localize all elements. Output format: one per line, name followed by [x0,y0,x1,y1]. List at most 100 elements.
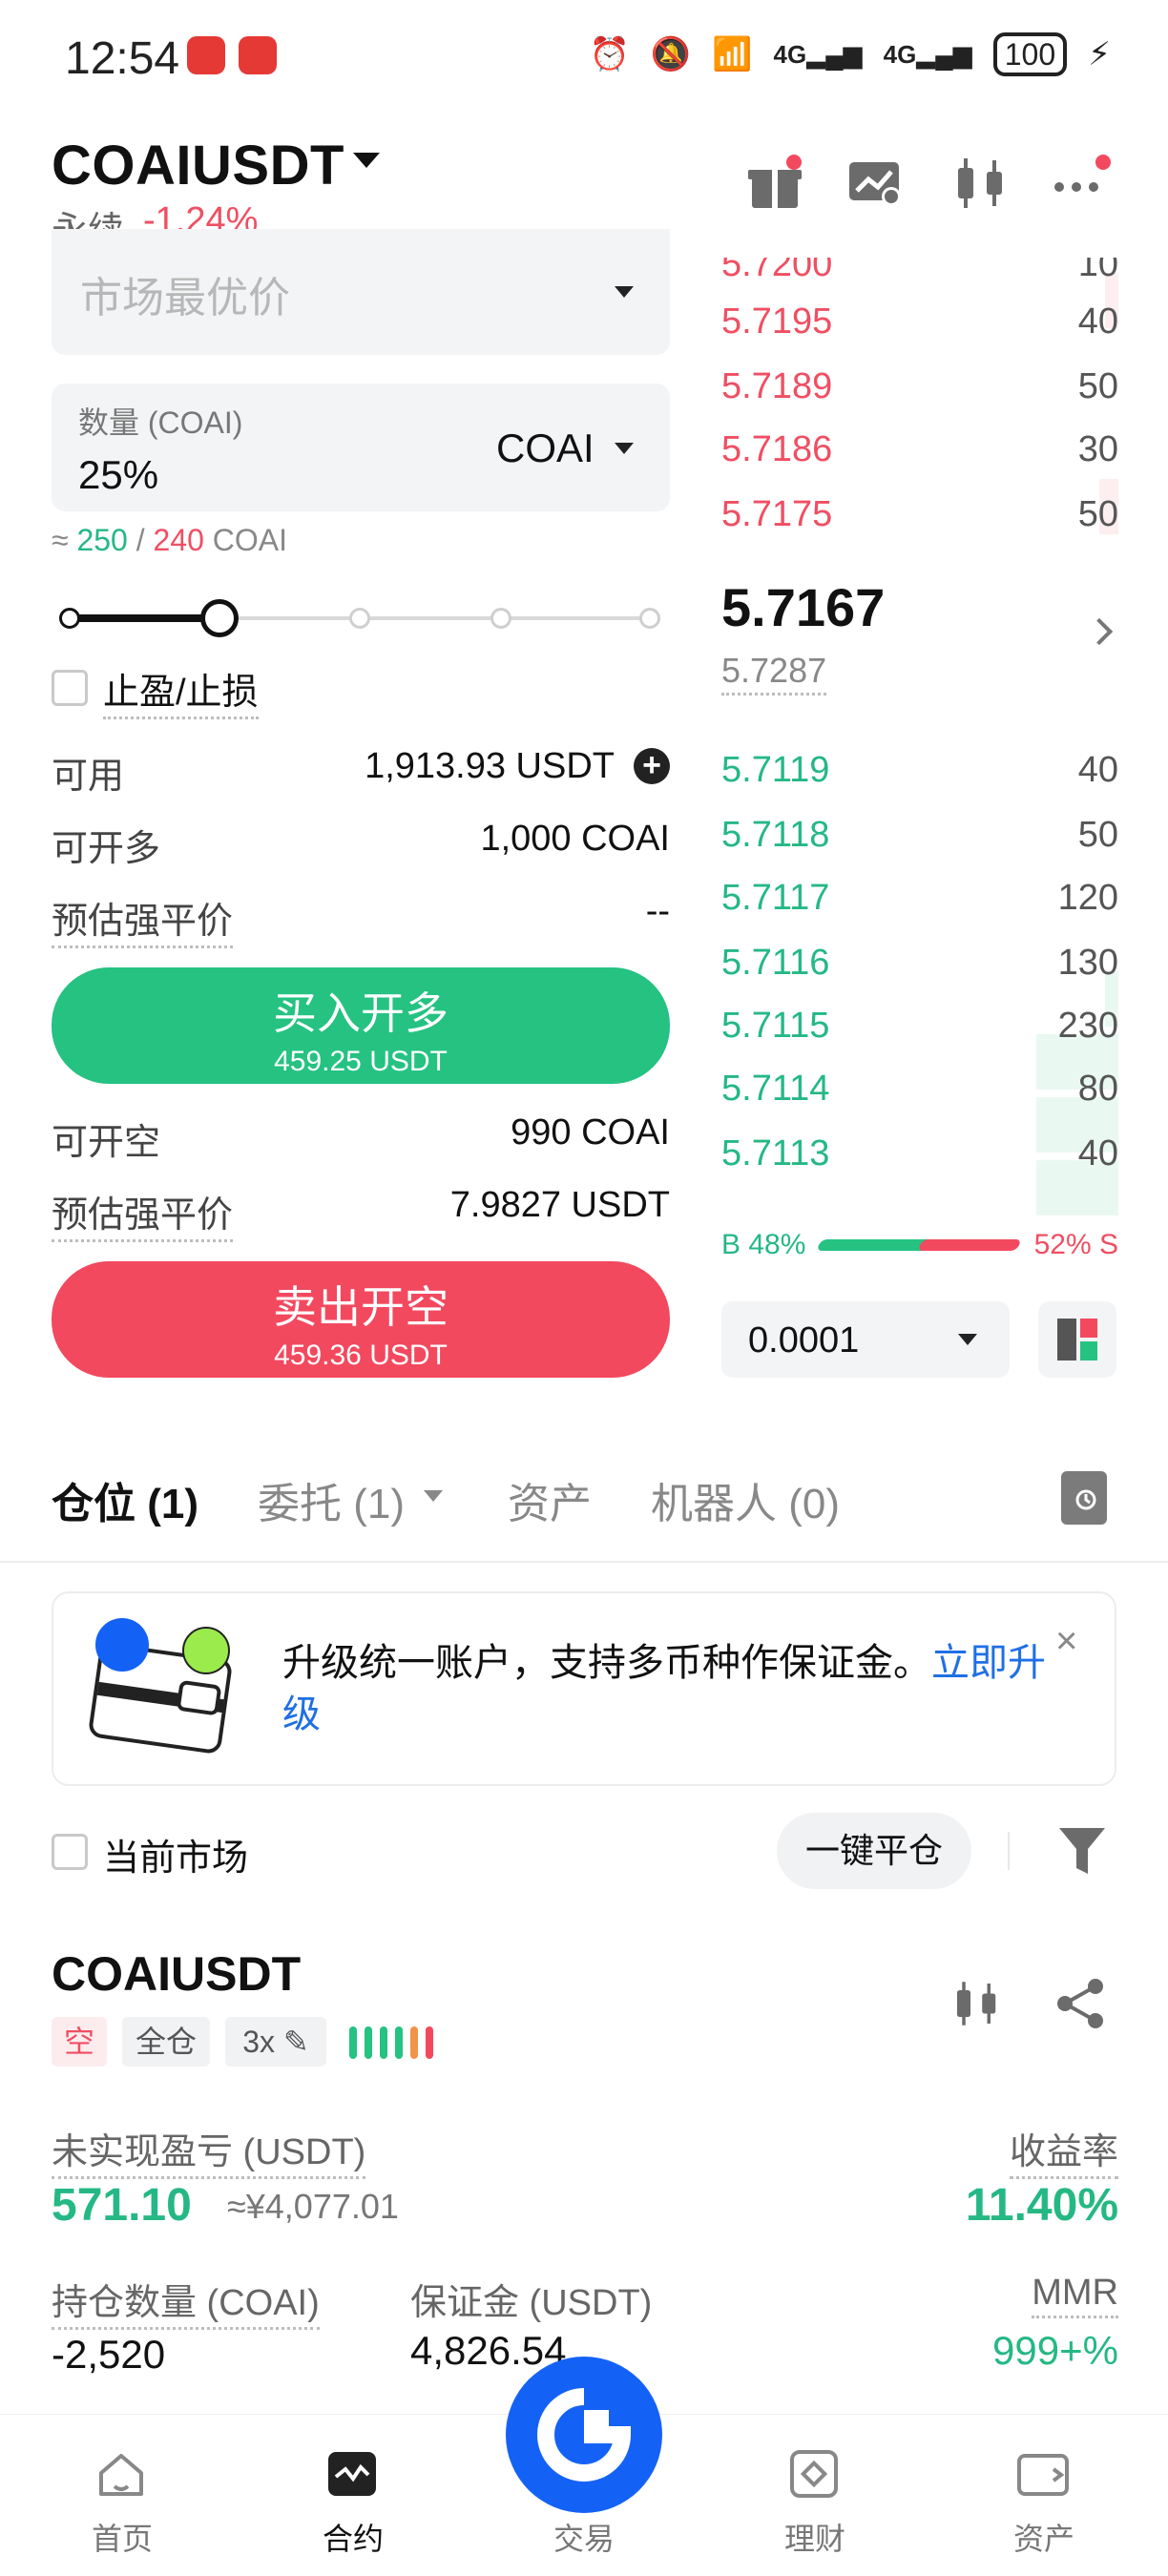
nav-trade[interactable]: 交易 [508,2515,660,2559]
chevron-right-icon[interactable] [1085,617,1114,646]
tab-bots[interactable]: 机器人 (0) [651,1469,840,1530]
nav-futures[interactable]: 合约 [277,2515,429,2559]
buy-long-label: 买入开多 [273,988,448,1038]
tp-sl-label[interactable]: 止盈/止损 [103,662,259,719]
mmr-label[interactable]: MMR [1032,2273,1118,2318]
liq-price-label[interactable]: 预估强平价 [52,1185,234,1242]
buy-ratio: B 48% [721,1229,806,1260]
bid-price[interactable]: 5.7119 [721,750,829,791]
pnl-cny: ≈¥4,077.01 [227,2187,399,2226]
risk-level-bar [410,2026,418,2059]
tab-assets[interactable]: 资产 [508,1469,592,1530]
divider [0,1561,1168,1563]
wallet-icon[interactable] [1017,2448,1069,2500]
trade-logo-icon [537,2388,632,2482]
orderbook-layout-button[interactable] [1038,1301,1116,1378]
futures-icon[interactable] [326,2448,378,2500]
tab-orders[interactable]: 委托 (1) [258,1469,405,1530]
can-long-value: 1,000 COAI [480,819,670,859]
symbol-selector[interactable]: COAIUSDT [52,134,344,197]
buy-long-amount: 459.25 USDT [274,1046,448,1077]
mark-price[interactable]: 5.7287 [721,651,827,696]
slider-handle[interactable] [200,599,239,637]
ask-qty: 30 [1077,429,1118,469]
risk-level-bar [395,2026,403,2059]
close-all-button[interactable]: 一键平仓 [777,1813,971,1889]
trade-fab-button[interactable] [506,2357,662,2513]
bid-price[interactable]: 5.7113 [721,1133,829,1174]
tab-positions[interactable]: 仓位 (1) [52,1469,198,1530]
margin-label: 保证金 (USDT) [410,2283,653,2323]
leverage-tag[interactable]: 3x ✎ [225,2017,326,2067]
bid-price[interactable]: 5.7116 [721,943,829,984]
quantity-value[interactable]: 25% [78,452,158,498]
wallet-icon [89,1618,232,1754]
more-icon[interactable] [1050,153,1111,214]
ask-qty: 40 [1077,301,1118,342]
slider-step[interactable] [490,608,511,629]
sell-short-button[interactable]: 卖出开空 459.36 USDT [52,1261,670,1378]
close-icon[interactable]: × [1055,1620,1077,1663]
bid-price[interactable]: 5.7118 [721,815,829,856]
nav-assets[interactable]: 资产 [968,2515,1120,2559]
slider-step[interactable] [349,608,370,629]
chevron-down-icon[interactable] [424,1490,443,1502]
bid-price[interactable]: 5.7115 [721,1006,829,1047]
buy-long-button[interactable]: 买入开多 459.25 USDT [52,967,670,1084]
banner-message: 升级统一账户，支持多币种作保证金。 [282,1642,931,1684]
share-icon[interactable] [1053,1977,1107,2030]
ask-price[interactable]: 5.7195 [721,301,832,343]
battery-icon: 100 [992,32,1068,76]
leverage-value: 3x [242,2025,276,2059]
liq-price-label[interactable]: 预估强平价 [52,891,234,948]
current-market-label[interactable]: 当前市场 [103,1828,248,1880]
slider-step[interactable] [639,608,660,629]
ask-price[interactable]: 5.7175 [721,494,832,535]
history-document-icon[interactable] [1061,1471,1107,1525]
ask-price[interactable]: 5.7189 [721,366,832,407]
quantity-unit-select[interactable]: COAI [496,426,594,471]
current-market-checkbox[interactable] [52,1834,88,1870]
position-symbol[interactable]: COAIUSDT [52,1946,301,2002]
bid-price[interactable]: 5.7114 [721,1069,829,1110]
nav-home[interactable]: 首页 [46,2515,198,2559]
ask-price[interactable]: 5.7200 [721,258,832,285]
tick-size-value: 0.0001 [748,1320,860,1361]
chevron-down-icon[interactable] [615,286,634,298]
status-icons: ⏰ 🔕 📶 4G▂▄▆ 4G▂▄▆ 100 ⚡ [589,32,1111,76]
chevron-down-icon[interactable] [958,1334,977,1345]
bid-qty: 50 [1077,815,1118,855]
can-short-value: 990 COAI [511,1112,670,1153]
last-price[interactable]: 5.7167 [721,576,885,638]
chevron-down-icon[interactable] [615,443,634,454]
home-icon[interactable] [95,2448,147,2500]
risk-level-bar [349,2026,357,2059]
ask-qty: 50 [1077,366,1118,406]
divider [1008,1832,1010,1870]
charging-icon: ⚡ [1088,36,1111,73]
add-funds-icon[interactable]: + [634,748,670,784]
tp-sl-checkbox[interactable] [52,670,88,706]
pnl-label[interactable]: 未实现盈亏 (USDT) [52,2122,366,2179]
signal-icon: 4G▂▄▆ [773,39,863,69]
gift-icon[interactable] [744,153,805,214]
candlestick-icon[interactable] [950,1977,1004,2030]
margin-mode-tag[interactable]: 全仓 [122,2017,210,2067]
bid-price[interactable]: 5.7117 [721,878,829,919]
filter-icon[interactable] [1057,1824,1107,1878]
ask-qty: 50 [1077,494,1118,534]
nav-earn[interactable]: 理财 [739,2515,891,2559]
bid-qty: 230 [1057,1006,1118,1046]
pnl-value: 571.10 [52,2180,192,2231]
roe-label[interactable]: 收益率 [1009,2122,1118,2179]
slider-step[interactable] [59,608,80,629]
available-label: 可用 [52,757,125,797]
size-label[interactable]: 持仓数量 (COAI) [52,2273,320,2330]
risk-level-bar [365,2026,372,2059]
chevron-down-icon[interactable] [353,153,380,168]
ask-price[interactable]: 5.7186 [721,429,832,470]
candlestick-icon[interactable] [950,153,1012,214]
chart-alert-icon[interactable] [845,153,907,214]
earn-icon[interactable] [788,2448,840,2500]
bid-qty: 40 [1077,750,1118,790]
